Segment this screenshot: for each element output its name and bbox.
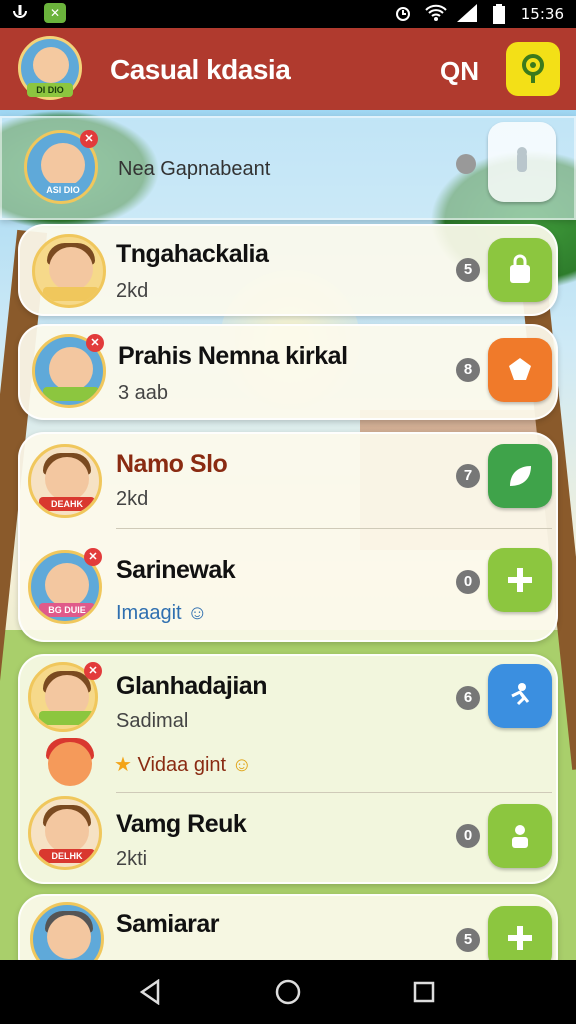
plus-icon: [508, 926, 532, 950]
notification-icon: [10, 3, 30, 23]
contact-count: 7: [456, 464, 480, 488]
contact-name: Namo Slo: [116, 450, 228, 478]
contact-card[interactable]: ✕ Prahis Nemna kirkal 3 aab 8: [18, 324, 558, 420]
home-icon: [275, 979, 301, 1005]
contact-subtitle: 3 aab: [118, 382, 169, 404]
contact-name: Samiarar: [116, 910, 220, 938]
app-notification-icon: ✕: [44, 3, 66, 23]
status-time: 15:36: [520, 5, 564, 23]
smile-emoji-icon: ☺: [231, 754, 253, 776]
contact-avatar: DELHK: [28, 796, 102, 870]
group-icon: [512, 825, 528, 848]
star-icon: ★: [114, 754, 132, 776]
recents-icon: [413, 981, 435, 1003]
contact-avatar-tag: DEAHK: [39, 497, 95, 511]
status-bar: ✕ 15:36: [0, 0, 576, 28]
contact-subtitle: 2kti: [116, 848, 148, 870]
shield-icon: [509, 358, 531, 380]
remove-badge[interactable]: ✕: [84, 662, 102, 680]
contact-group-card: DEAHK Namo Slo 2kd 7 BG DUIE ✕ Sarinewak…: [18, 432, 558, 642]
battery-icon: [489, 4, 509, 24]
bag-icon: [510, 254, 530, 283]
contact-action-button[interactable]: [488, 548, 552, 612]
contact-count: 0: [456, 570, 480, 594]
location-pin-icon: [522, 54, 544, 83]
contact-status: Imaagit ☺: [116, 602, 208, 625]
app-title: Casual kdasia: [110, 54, 291, 85]
header-count: [456, 154, 476, 174]
contact-action-button[interactable]: [488, 238, 552, 302]
contact-count: 5: [456, 258, 480, 282]
contact-subtitle: 2kd: [116, 280, 149, 302]
contact-avatar-tag: DELHK: [39, 849, 95, 863]
contact-avatar: [32, 234, 106, 308]
status-text: Vidaa gint: [137, 754, 227, 776]
wifi-icon: [425, 4, 447, 24]
contact-action-button[interactable]: [488, 804, 552, 868]
back-icon: [139, 979, 160, 1005]
contact-avatar: DEAHK: [28, 444, 102, 518]
status-text: Imaagit: [116, 602, 182, 624]
smile-emoji-icon: ☺: [187, 602, 208, 624]
header-action-button[interactable]: [488, 122, 556, 202]
contact-action-button[interactable]: [488, 338, 552, 402]
contact-name: Glanhadajian: [116, 672, 267, 700]
contact-name: Vamg Reuk: [116, 810, 247, 838]
contact-count: 6: [456, 686, 480, 710]
leaf-icon: [510, 466, 531, 486]
remove-badge[interactable]: ✕: [86, 334, 104, 352]
plus-icon: [508, 568, 532, 592]
remove-badge[interactable]: ✕: [80, 130, 98, 148]
contact-action-button[interactable]: [488, 444, 552, 508]
alarm-icon: [393, 4, 413, 24]
contact-count: 0: [456, 824, 480, 848]
contact-status: ★ Vidaa gint ☺: [114, 752, 252, 777]
header-label: Nea Gapnabeant: [118, 158, 271, 180]
contact-count: 8: [456, 358, 480, 382]
contact-action-button[interactable]: [488, 664, 552, 728]
profile-avatar-tag: DI DIO: [27, 83, 73, 97]
back-button[interactable]: [134, 976, 166, 1008]
row-divider: [116, 528, 552, 529]
runner-icon: [511, 683, 530, 706]
home-button[interactable]: [272, 976, 304, 1008]
contact-subtitle: Sadimal: [116, 710, 189, 732]
contact-row[interactable]: DEAHK Namo Slo 2kd 7: [20, 434, 556, 532]
header-avatar-tag: ASI DIO: [35, 183, 91, 197]
contact-name: Sarinewak: [116, 556, 236, 584]
header-row[interactable]: ASI DIO ✕ Nea Gapnabeant: [0, 116, 576, 220]
contact-row[interactable]: DELHK Vamg Reuk 2kti 0: [20, 794, 556, 882]
recents-button[interactable]: [408, 976, 440, 1008]
signal-icon: [456, 4, 477, 24]
contact-card[interactable]: Tngahackalia 2kd 5: [18, 224, 558, 316]
contact-name: Prahis Nemna kirkal: [118, 342, 348, 370]
row-divider: [116, 792, 552, 793]
contact-row[interactable]: ✕ Glanhadajian Sadimal ★ Vidaa gint ☺ 6: [20, 656, 556, 796]
hand-icon: [517, 147, 527, 172]
contact-name: Tngahackalia: [116, 240, 269, 268]
contact-subtitle: 2kd: [116, 488, 149, 510]
contact-avatar-tag: BG DUIE: [39, 603, 95, 617]
secondary-avatar: [34, 732, 96, 794]
app-bar: DI DIO Casual kdasia QN: [0, 28, 576, 110]
system-nav-bar: [0, 960, 576, 1024]
contact-count: 5: [456, 928, 480, 952]
contact-row[interactable]: BG DUIE ✕ Sarinewak Imaagit ☺ 0: [20, 534, 556, 640]
remove-badge[interactable]: ✕: [84, 548, 102, 566]
profile-avatar[interactable]: DI DIO: [18, 36, 82, 100]
contact-group-card: ✕ Glanhadajian Sadimal ★ Vidaa gint ☺ 6 …: [18, 654, 558, 884]
search-button[interactable]: QN: [440, 56, 479, 87]
location-pin-button[interactable]: [506, 42, 560, 96]
